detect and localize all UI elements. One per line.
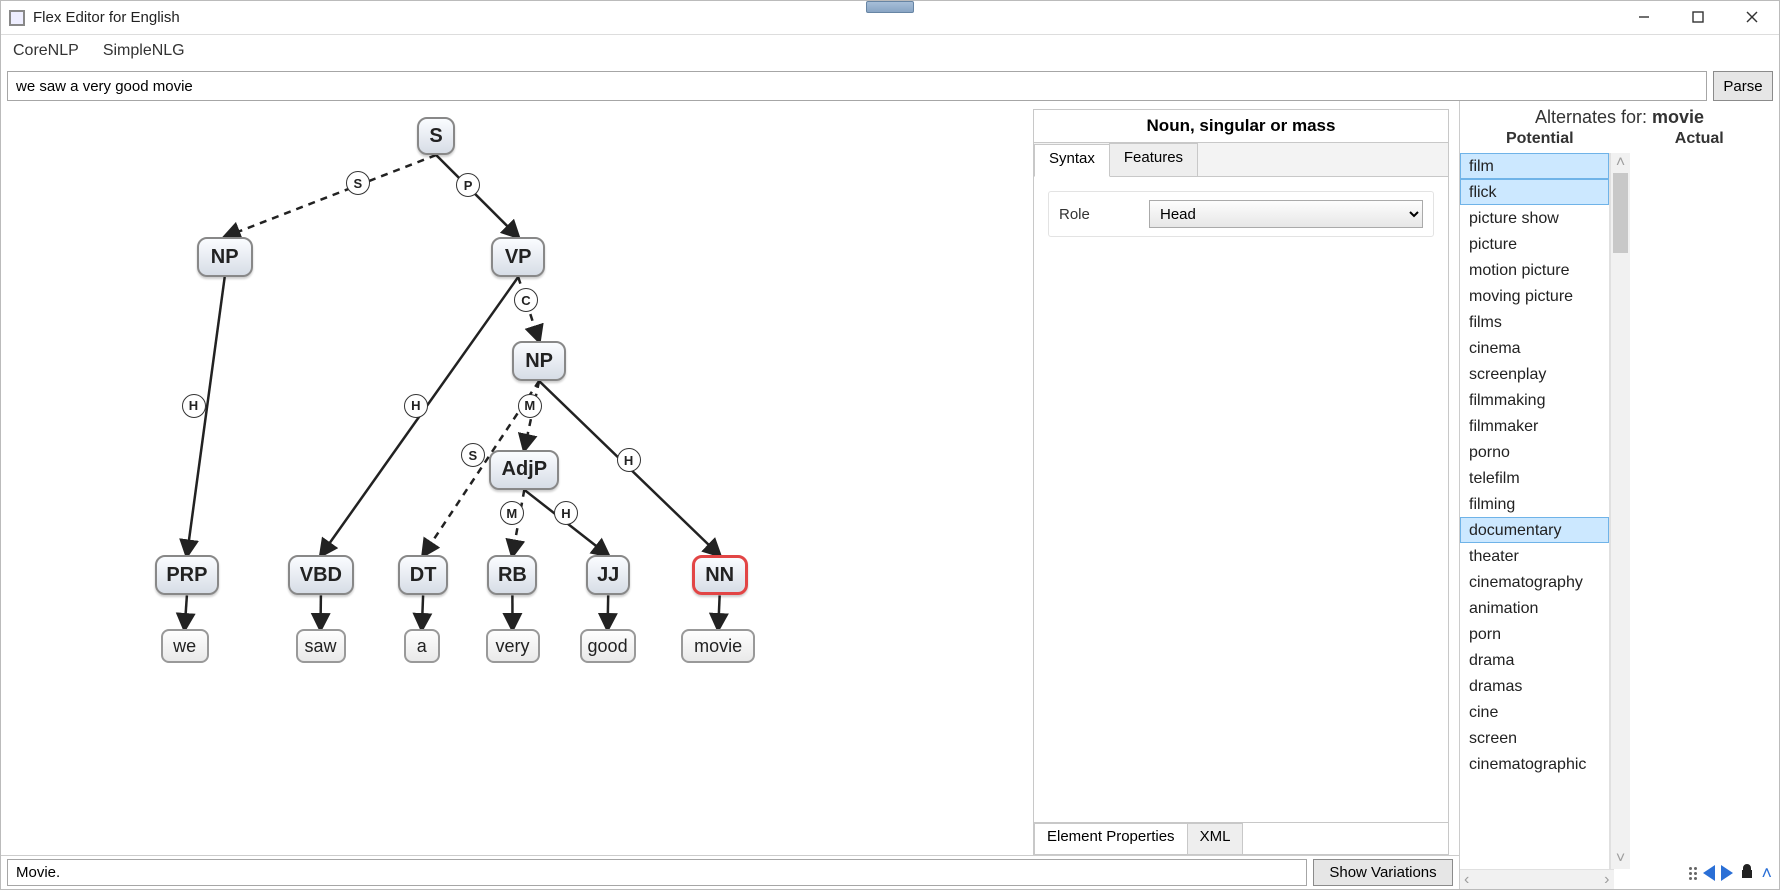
scroll-up-icon[interactable]: ˄: [1611, 153, 1630, 173]
bottom-tab-element-properties[interactable]: Element Properties: [1034, 823, 1188, 854]
app-tray: ˄: [1689, 860, 1772, 886]
nav-next-icon[interactable]: [1721, 865, 1733, 881]
tree-leaf[interactable]: saw: [296, 629, 346, 663]
potential-item[interactable]: telefilm: [1460, 465, 1609, 491]
scroll-thumb[interactable]: [1613, 173, 1628, 253]
tree-node-S[interactable]: S: [417, 117, 455, 155]
minimize-button[interactable]: [1617, 1, 1671, 33]
tree-node-RB[interactable]: RB: [487, 555, 537, 595]
edge-label: H: [182, 394, 206, 418]
properties-tabs: Syntax Features: [1034, 143, 1448, 177]
tree-node-PRP[interactable]: PRP: [155, 555, 219, 595]
grip-icon[interactable]: [1689, 867, 1697, 880]
edge-label: M: [500, 501, 524, 525]
potential-item[interactable]: cinematography: [1460, 569, 1609, 595]
lock-icon[interactable]: [1739, 863, 1755, 884]
menubar: CoreNLP SimpleNLG: [1, 35, 1779, 67]
scroll-left-icon[interactable]: ‹: [1464, 871, 1469, 889]
potential-scrollbar[interactable]: ˄ ˅: [1610, 153, 1630, 869]
potential-item[interactable]: animation: [1460, 595, 1609, 621]
tree-node-NN[interactable]: NN: [692, 555, 748, 595]
tree-node-DT[interactable]: DT: [398, 555, 448, 595]
tree-leaf[interactable]: very: [486, 629, 540, 663]
col-potential: Potential: [1460, 130, 1620, 152]
potential-list[interactable]: filmflickpicture showpicturemotion pictu…: [1460, 153, 1609, 777]
sentence-input[interactable]: [7, 71, 1707, 101]
tree-leaf[interactable]: a: [404, 629, 440, 663]
parse-button[interactable]: Parse: [1713, 71, 1773, 101]
alternates-panel: Alternates for: movie Potential Actual f…: [1459, 101, 1779, 889]
col-actual: Actual: [1620, 130, 1780, 152]
tree-node-VBD[interactable]: VBD: [288, 555, 354, 595]
potential-item[interactable]: picture: [1460, 231, 1609, 257]
potential-item[interactable]: motion picture: [1460, 257, 1609, 283]
potential-item[interactable]: filmmaking: [1460, 387, 1609, 413]
status-text: Movie.: [7, 859, 1307, 886]
potential-item[interactable]: porn: [1460, 621, 1609, 647]
potential-item[interactable]: documentary: [1460, 517, 1609, 543]
tree-node-AdjP[interactable]: AdjP: [489, 450, 559, 490]
potential-item[interactable]: cinema: [1460, 335, 1609, 361]
parse-tree-canvas[interactable]: Noun, singular or mass Syntax Features R…: [1, 101, 1459, 855]
maximize-button[interactable]: [1671, 1, 1725, 33]
scroll-right-icon[interactable]: ›: [1604, 871, 1609, 889]
app-icon: [9, 10, 25, 26]
window-title: Flex Editor for English: [33, 9, 180, 26]
potential-item[interactable]: moving picture: [1460, 283, 1609, 309]
edge-label: H: [617, 448, 641, 472]
show-variations-button[interactable]: Show Variations: [1313, 859, 1453, 886]
properties-bottom-tabs: Element Properties XML: [1034, 822, 1448, 854]
menu-item-corenlp[interactable]: CoreNLP: [13, 42, 79, 60]
potential-item[interactable]: porno: [1460, 439, 1609, 465]
close-button[interactable]: [1725, 1, 1779, 33]
potential-item[interactable]: films: [1460, 309, 1609, 335]
role-label: Role: [1059, 206, 1149, 223]
tree-leaf[interactable]: good: [580, 629, 636, 663]
potential-item[interactable]: filmmaker: [1460, 413, 1609, 439]
tree-node-JJ[interactable]: JJ: [586, 555, 630, 595]
potential-item[interactable]: screenplay: [1460, 361, 1609, 387]
tree-node-VP[interactable]: VP: [491, 237, 545, 277]
scroll-down-icon[interactable]: ˅: [1611, 849, 1630, 869]
properties-panel: Noun, singular or mass Syntax Features R…: [1033, 109, 1449, 855]
potential-hscroll[interactable]: ‹›: [1460, 869, 1614, 889]
edge-label: P: [456, 173, 480, 197]
edge-label: C: [514, 288, 538, 312]
potential-item[interactable]: drama: [1460, 647, 1609, 673]
tree-leaf[interactable]: movie: [681, 629, 755, 663]
edge-label: M: [518, 394, 542, 418]
tree-node-NP1[interactable]: NP: [197, 237, 253, 277]
tab-features[interactable]: Features: [1109, 143, 1198, 176]
potential-item[interactable]: picture show: [1460, 205, 1609, 231]
tab-syntax[interactable]: Syntax: [1034, 144, 1110, 177]
tree-leaf[interactable]: we: [161, 629, 209, 663]
dock-handle-icon[interactable]: [866, 1, 914, 13]
alternates-header: Alternates for: movie: [1460, 101, 1779, 130]
footer: Movie. Show Variations: [1, 855, 1459, 889]
potential-item[interactable]: theater: [1460, 543, 1609, 569]
bottom-tab-xml[interactable]: XML: [1187, 823, 1244, 854]
potential-item[interactable]: film: [1460, 153, 1609, 179]
potential-item[interactable]: cine: [1460, 699, 1609, 725]
sentence-input-row: Parse: [7, 71, 1773, 101]
edge-label: H: [404, 394, 428, 418]
menu-item-simplenlg[interactable]: SimpleNLG: [103, 42, 185, 60]
properties-title: Noun, singular or mass: [1034, 110, 1448, 143]
actual-list[interactable]: [1630, 153, 1779, 869]
potential-item[interactable]: flick: [1460, 179, 1609, 205]
potential-item[interactable]: screen: [1460, 725, 1609, 751]
potential-item[interactable]: dramas: [1460, 673, 1609, 699]
chevron-up-icon[interactable]: ˄: [1761, 863, 1772, 884]
role-field: Role Head: [1048, 191, 1434, 237]
role-select[interactable]: Head: [1149, 200, 1423, 228]
nav-prev-icon[interactable]: [1703, 865, 1715, 881]
potential-item[interactable]: filming: [1460, 491, 1609, 517]
tree-node-NP2[interactable]: NP: [512, 341, 566, 381]
titlebar: Flex Editor for English: [1, 1, 1779, 35]
edge-label: H: [554, 501, 578, 525]
potential-item[interactable]: cinematographic: [1460, 751, 1609, 777]
